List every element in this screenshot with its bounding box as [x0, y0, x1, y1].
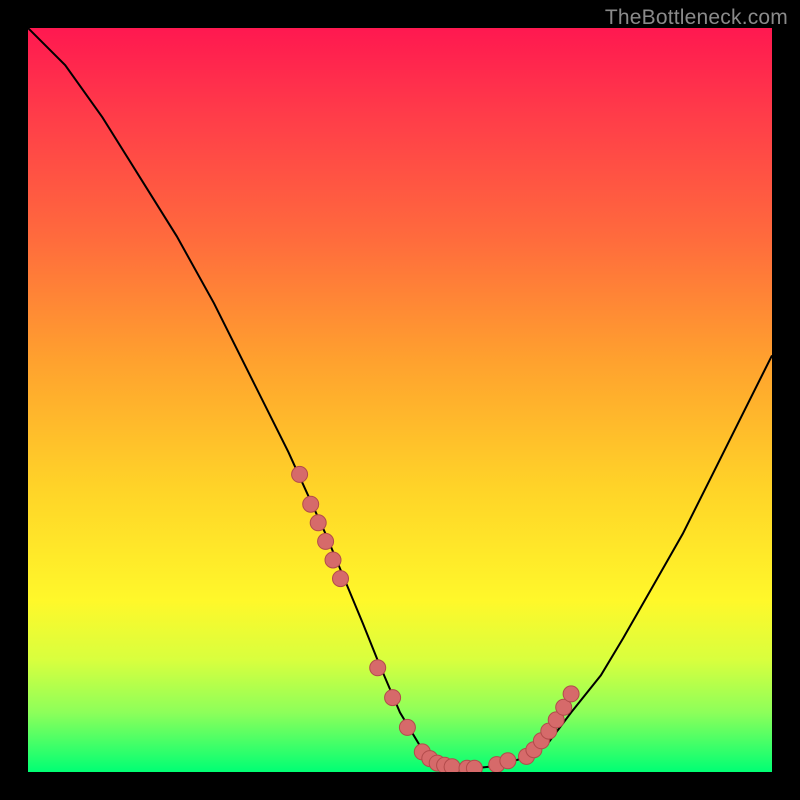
highlight-dot [325, 552, 341, 568]
highlight-dot [444, 759, 460, 772]
outer-frame: TheBottleneck.com [0, 0, 800, 800]
highlight-dot [318, 533, 334, 549]
plot-area [28, 28, 772, 772]
highlight-dot [333, 571, 349, 587]
watermark-text: TheBottleneck.com [605, 6, 788, 30]
highlight-dot [385, 690, 401, 706]
chart-svg [28, 28, 772, 772]
highlight-dot [303, 496, 319, 512]
highlight-dot [466, 760, 482, 772]
highlight-dot [370, 660, 386, 676]
highlight-dot [310, 515, 326, 531]
highlight-dot [500, 753, 516, 769]
bottleneck-curve [28, 28, 772, 768]
highlight-dot [563, 686, 579, 702]
highlight-dot [292, 466, 308, 482]
highlight-dots [292, 466, 579, 772]
highlight-dot [399, 719, 415, 735]
